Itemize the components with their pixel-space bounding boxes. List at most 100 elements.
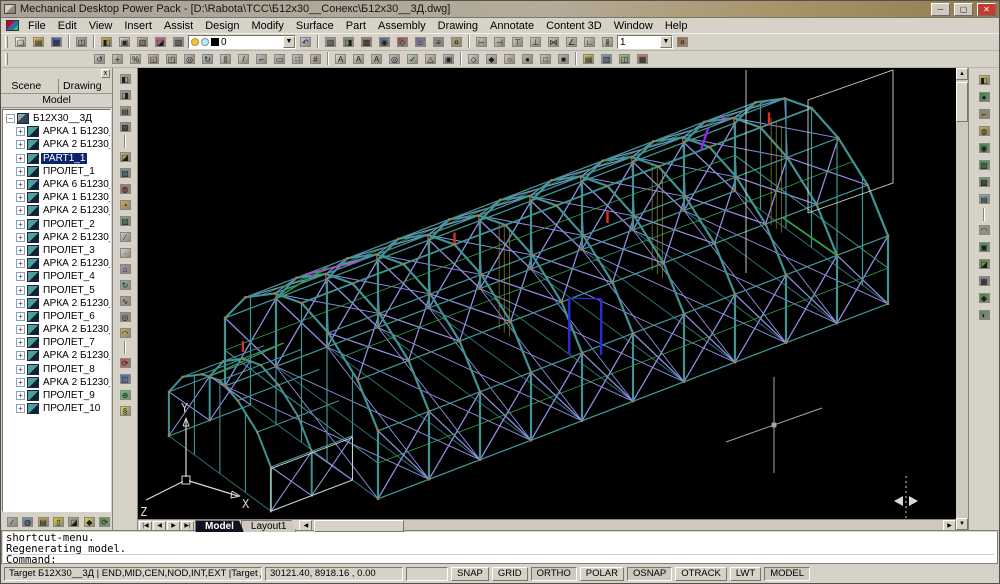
dtext-icon[interactable]: A [350, 52, 367, 67]
hole-icon[interactable]: ◎ [115, 309, 135, 324]
redraw-icon[interactable]: ↺ [91, 52, 108, 67]
bom-icon[interactable]: ≡ [430, 35, 447, 50]
undo-icon[interactable]: ↶ [297, 35, 314, 50]
tree-item[interactable]: +ПРОЛЕТ_3 [3, 244, 110, 257]
power-edit-icon[interactable]: ◇ [394, 35, 411, 50]
expand-icon[interactable]: + [16, 140, 25, 149]
dbconnect-icon[interactable]: ◫ [616, 52, 633, 67]
ucs-icon[interactable]: ◇ [465, 52, 482, 67]
tab-model-space[interactable]: Model [195, 520, 244, 532]
coordinates-readout[interactable]: 30121.40, 8918.16 , 0.00 [265, 567, 403, 581]
status-toggle-lwt[interactable]: LWT [730, 567, 761, 581]
options-icon[interactable]: ¤ [448, 35, 465, 50]
scroll-down-icon[interactable]: ▼ [956, 518, 968, 530]
status-toggle-model[interactable]: MODEL [764, 567, 810, 581]
text-style-icon[interactable]: ▣ [440, 52, 457, 67]
hatch-icon[interactable]: # [307, 52, 324, 67]
render-icon[interactable]: ◧ [974, 72, 994, 88]
tree-item[interactable]: +АРКА 6 Б1230_1 [3, 178, 110, 191]
menu-item-assembly[interactable]: Assembly [372, 19, 432, 33]
top-view-icon[interactable]: ⊣ [491, 35, 508, 50]
tab-drawing[interactable]: Drawing [58, 79, 106, 93]
statistics-icon[interactable]: ▦ [974, 273, 994, 289]
expand-icon[interactable]: + [16, 286, 25, 295]
paste-icon[interactable]: ▥ [134, 35, 151, 50]
properties-icon[interactable]: ▤ [580, 52, 597, 67]
tab-layout1[interactable]: Layout1 [241, 520, 297, 532]
expand-icon[interactable]: + [16, 154, 25, 163]
mapping-icon[interactable]: ◉ [974, 140, 994, 156]
new-part-icon[interactable]: ◧ [115, 71, 135, 86]
eraser-icon[interactable]: ◪ [67, 514, 81, 529]
sketch-view-icon[interactable]: ▧ [322, 35, 339, 50]
status-toggle-snap[interactable]: SNAP [451, 567, 489, 581]
vertical-scrollbar[interactable]: ▲ ▼ [956, 68, 969, 530]
scene-icon[interactable]: ● [974, 89, 994, 105]
plot-preview-icon[interactable]: ◫ [73, 35, 90, 50]
toolbar-grip[interactable] [5, 53, 8, 65]
materials-icon[interactable]: ◍ [974, 123, 994, 139]
distance-icon[interactable]: ■ [555, 52, 572, 67]
title-bar[interactable]: Mechanical Desktop Power Pack - [D:\Rabo… [1, 1, 999, 18]
catalog-icon[interactable]: ▤ [115, 103, 135, 118]
zoom-dynamic-icon[interactable]: ◰ [163, 52, 180, 67]
update-icon[interactable]: ⟳ [98, 514, 112, 529]
break-view-icon[interactable]: ∦ [599, 35, 616, 50]
find-text-icon[interactable]: ◎ [386, 52, 403, 67]
tree-item[interactable]: +ПРОЛЕТ_6 [3, 310, 110, 323]
workaxis-icon[interactable]: ∕ [115, 229, 135, 244]
trash-icon[interactable]: ▯ [51, 514, 65, 529]
command-prompt[interactable]: Command: [6, 554, 994, 566]
status-toggle-osnap[interactable]: OSNAP [627, 567, 672, 581]
menu-item-help[interactable]: Help [659, 19, 694, 33]
background-icon[interactable]: ▨ [974, 157, 994, 173]
design-center-icon[interactable]: ▥ [598, 52, 615, 67]
fillet-icon[interactable]: ⌐ [253, 52, 270, 67]
iso-view-icon[interactable]: ⊥ [527, 35, 544, 50]
status-toggle-grid[interactable]: GRID [492, 567, 528, 581]
new-scene-icon[interactable]: ◨ [115, 87, 135, 102]
layer-combo[interactable]: 0 ▼ [188, 35, 296, 49]
workplane-icon[interactable]: ▨ [115, 213, 135, 228]
copy-icon[interactable]: ▣ [116, 35, 133, 50]
expand-icon[interactable]: + [16, 233, 25, 242]
toolbar-grip[interactable] [5, 36, 8, 48]
drawing-viewport[interactable]: YXZ [138, 68, 956, 519]
edit-text-icon[interactable]: A [368, 52, 385, 67]
folder-icon[interactable]: ▤ [36, 514, 50, 529]
expand-icon[interactable]: + [16, 299, 25, 308]
scale-combo-dropdown-icon[interactable]: ▼ [660, 36, 672, 48]
part-catalog-icon[interactable]: ◍ [20, 514, 34, 529]
expand-icon[interactable]: + [16, 127, 25, 136]
ucs-world-icon[interactable]: ◆ [483, 52, 500, 67]
orbit-icon[interactable]: ↻ [199, 52, 216, 67]
constraint-icon[interactable]: ◍ [115, 181, 135, 196]
tree-item[interactable]: +АРКА 2 Б1230_1 [3, 138, 110, 151]
array-icon[interactable]: ∷ [289, 52, 306, 67]
status-toggle-otrack[interactable]: OTRACK [675, 567, 727, 581]
menu-item-surface[interactable]: Surface [290, 19, 340, 33]
new-view-icon[interactable]: ◨ [340, 35, 357, 50]
power-snap-icon[interactable]: ¤ [674, 35, 691, 50]
named-views-icon[interactable]: ○ [501, 52, 518, 67]
save-icon[interactable]: ▦ [48, 35, 65, 50]
expand-icon[interactable]: + [16, 312, 25, 321]
tree-item[interactable]: +ПРОЛЕТ_1 [3, 165, 110, 178]
tree-item[interactable]: +ПРОЛЕТ_8 [3, 363, 110, 376]
tree-item[interactable]: +ПРОЛЕТ_9 [3, 389, 110, 402]
menu-item-part[interactable]: Part [340, 19, 372, 33]
pan-icon[interactable]: + [109, 52, 126, 67]
tree-root[interactable]: − Б12X30__3Д [3, 112, 110, 125]
rectangle-icon[interactable]: ▭ [271, 52, 288, 67]
minimize-button[interactable]: ─ [931, 3, 950, 16]
expand-icon[interactable]: + [16, 378, 25, 387]
expand-icon[interactable]: + [16, 338, 25, 347]
landscape-new-icon[interactable]: ▤ [974, 191, 994, 207]
status-toggle-ortho[interactable]: ORTHO [531, 567, 577, 581]
tree-item[interactable]: +АРКА 2 Б1230_9 [3, 376, 110, 389]
menu-item-modify[interactable]: Modify [245, 19, 289, 33]
side-view-icon[interactable]: ⊤ [509, 35, 526, 50]
tab-scene[interactable]: Scene [7, 79, 45, 93]
expand-icon[interactable]: + [16, 220, 25, 229]
help-finder-icon[interactable]: ▦ [634, 52, 651, 67]
